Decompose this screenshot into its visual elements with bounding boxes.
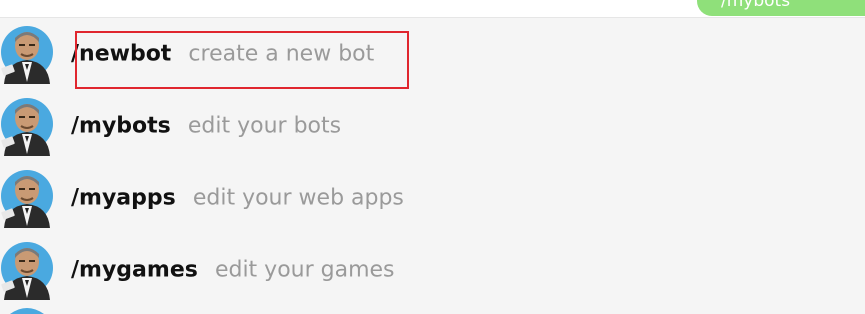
command-description: create a new bot: [188, 41, 375, 67]
command-name: /newbot: [71, 41, 172, 67]
botfather-avatar: [10, 308, 44, 314]
command-text: /newbot create a new bot: [71, 42, 374, 67]
botfather-avatar: [1, 242, 53, 300]
command-item-myapps[interactable]: /myapps edit your web apps: [0, 162, 865, 234]
botfather-avatar: [1, 98, 53, 156]
command-description: edit your games: [214, 257, 395, 283]
command-name: /mybots: [71, 113, 171, 139]
chat-message-area: /mybots: [0, 0, 865, 18]
command-item-newbot[interactable]: /newbot create a new bot: [0, 18, 865, 90]
command-name: /myapps: [71, 185, 176, 211]
command-description: edit your web apps: [192, 185, 404, 211]
botfather-avatar: [1, 170, 53, 228]
command-item-mygames[interactable]: /mygames edit your games: [0, 234, 865, 306]
command-text: /mygames edit your games: [71, 258, 395, 283]
command-text: /mybots edit your bots: [71, 114, 341, 139]
botfather-avatar: [1, 26, 53, 84]
command-name: /mygames: [71, 257, 198, 283]
command-text: /myapps edit your web apps: [71, 186, 404, 211]
sent-message-bubble[interactable]: /mybots: [697, 0, 865, 16]
command-description: edit your bots: [187, 113, 342, 139]
command-suggestion-list: /newbot create a new bot /mybots edit yo…: [0, 18, 865, 314]
command-item-mybots[interactable]: /mybots edit your bots: [0, 90, 865, 162]
